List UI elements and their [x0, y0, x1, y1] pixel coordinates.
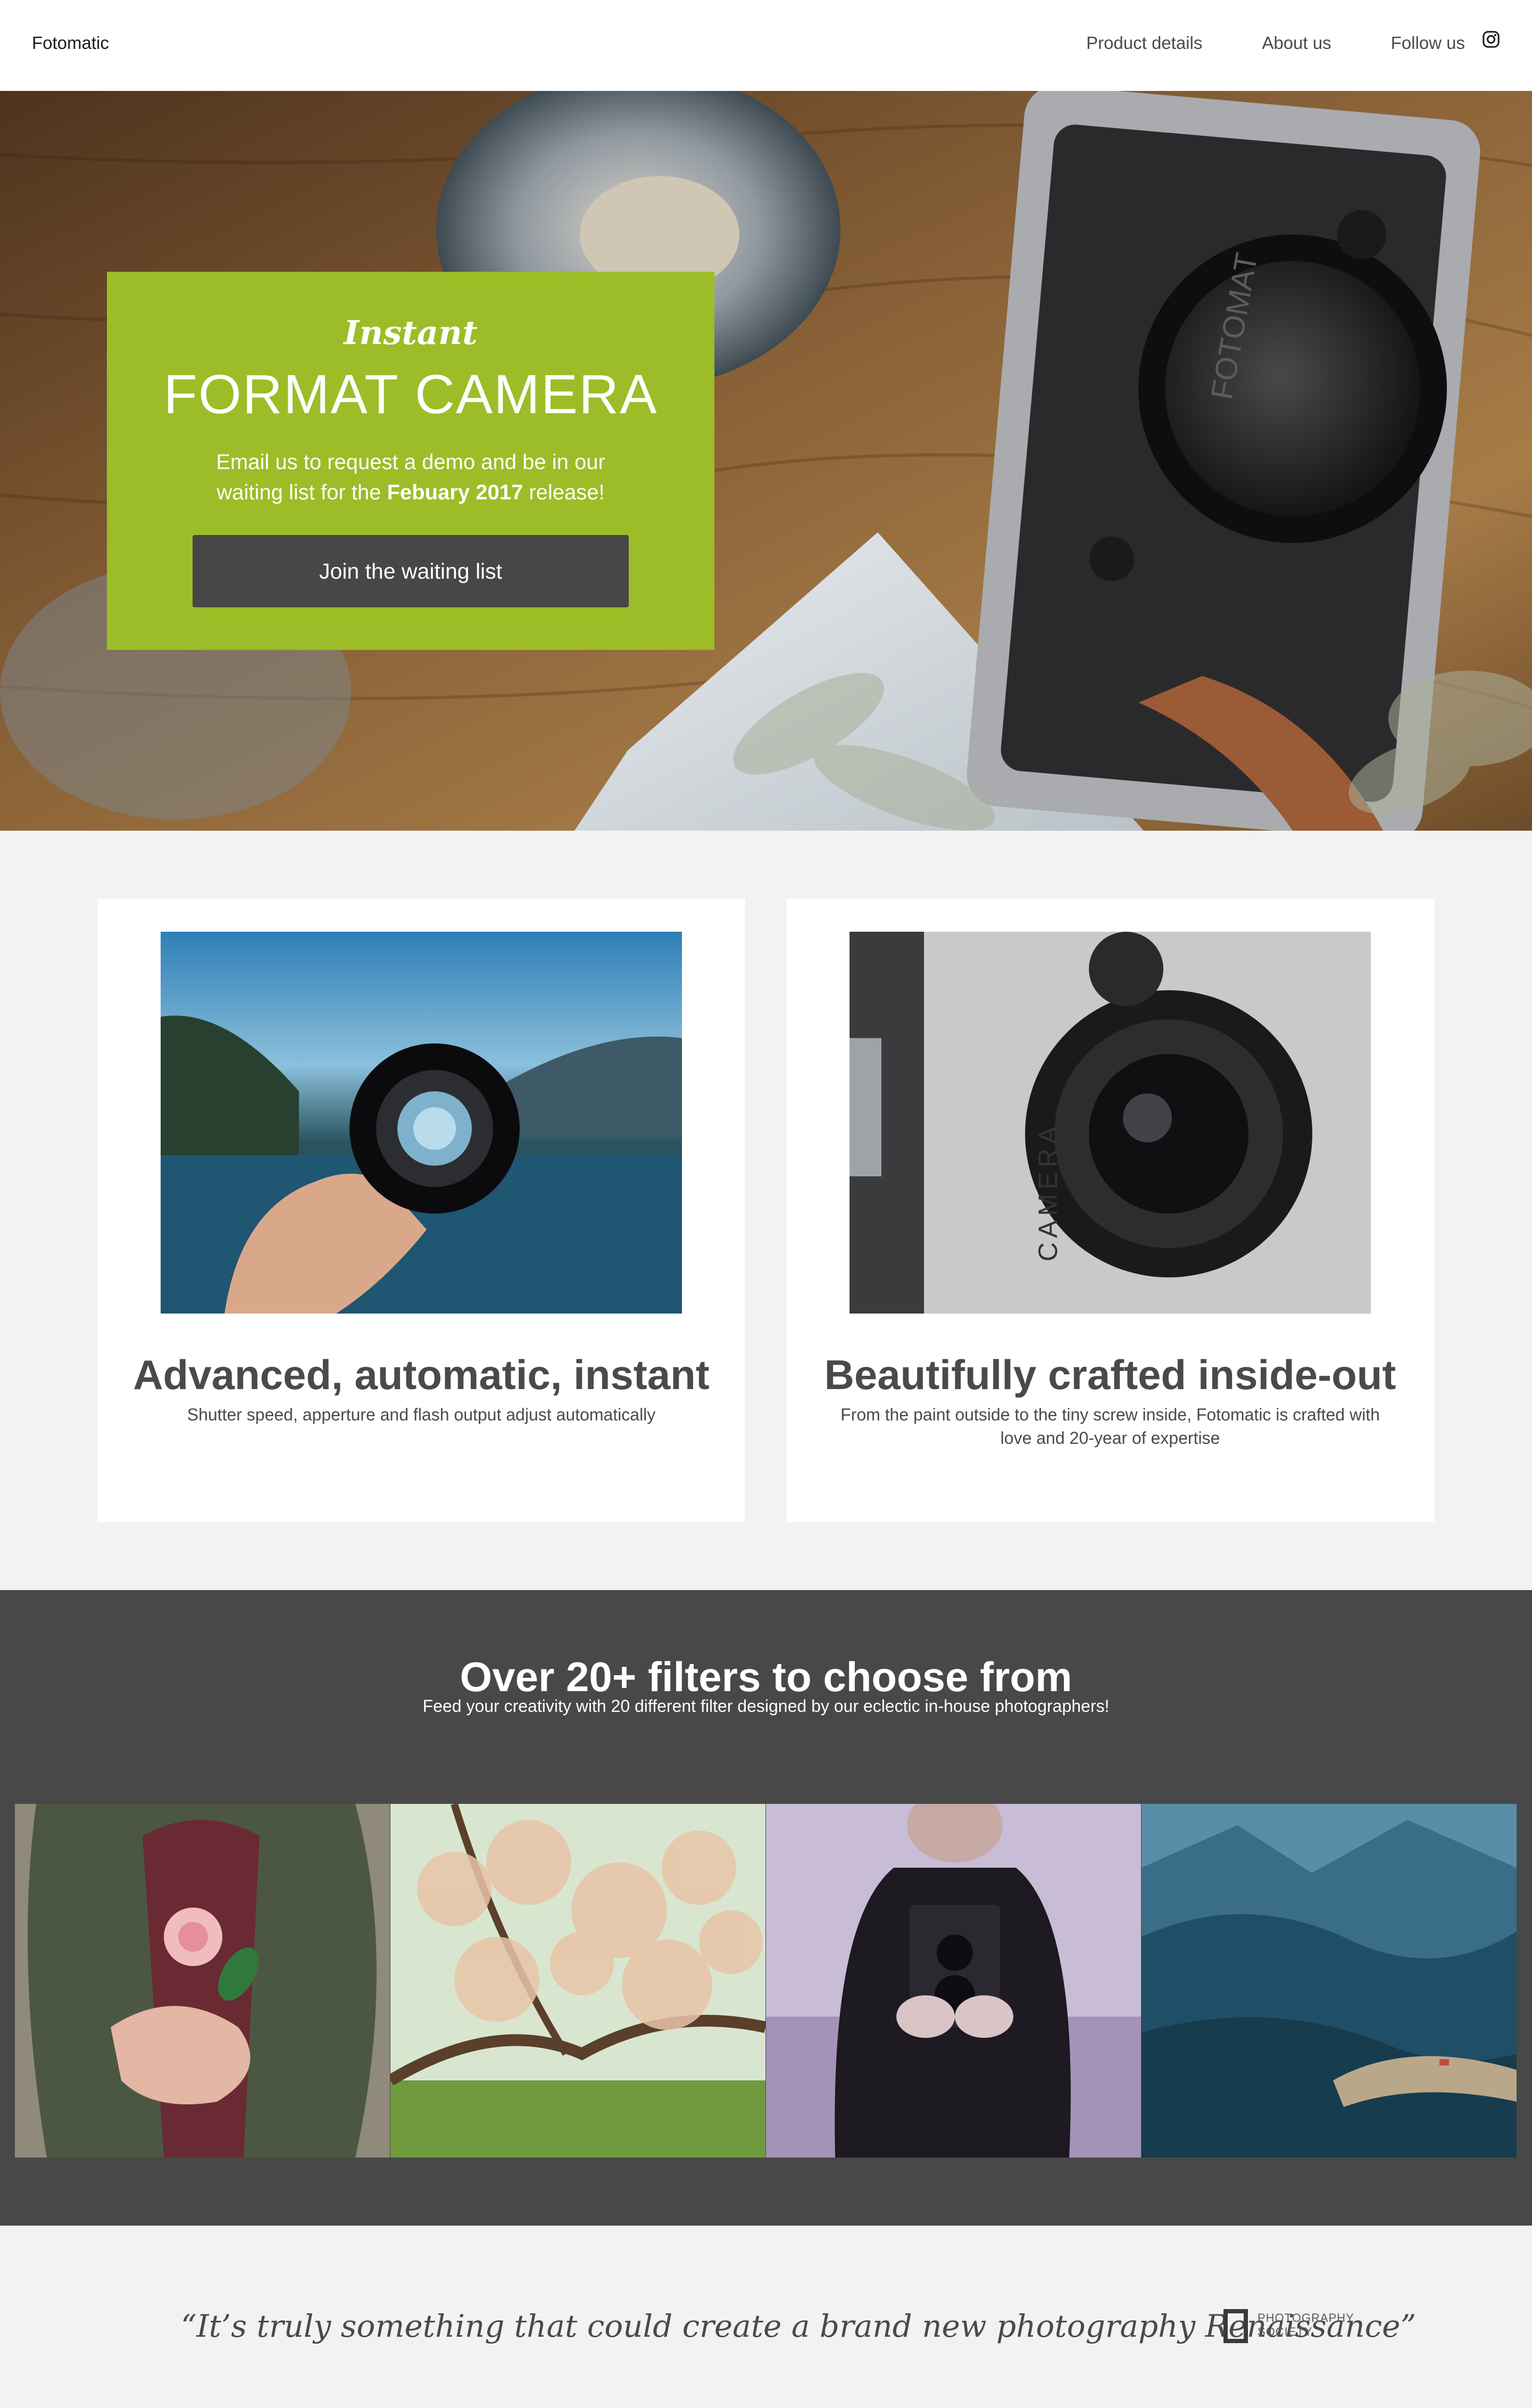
brand-logo[interactable]: Fotomatic	[32, 33, 109, 53]
svg-text:CAMERA: CAMERA	[1033, 1122, 1063, 1261]
hand-holding-lens-photo	[161, 932, 682, 1314]
feature-title: Beautifully crafted inside-out	[824, 1351, 1396, 1398]
testimonial-section: “It’s truly something that could create …	[0, 2226, 1532, 2408]
feature-text: Shutter speed, apperture and flash outpu…	[187, 1405, 656, 1424]
filters-title: Over 20+ filters to choose from	[460, 1653, 1072, 1700]
hero-release-date: Febuary 2017	[387, 481, 523, 504]
person-with-twin-lens-camera-photo	[766, 1804, 1141, 2158]
hero-headline: FORMAT CAMERA	[163, 364, 658, 425]
nav-about-us[interactable]: About us	[1262, 33, 1331, 53]
hero-desc-text-end: release!	[523, 481, 605, 504]
instagram-icon[interactable]	[1482, 30, 1500, 48]
features-section: Advanced, automatic, instant Shutter spe…	[0, 831, 1532, 1590]
blossom-tree-photo	[390, 1804, 765, 2158]
camera-lens-closeup-photo: CAMERA	[850, 932, 1371, 1314]
hero-section: FOTOMAT Instant FORMAT CAMERA Email us t…	[0, 91, 1532, 831]
logo-line: PHOTOGRAPHY	[1258, 2311, 1354, 2325]
mountain-valley-photo	[1142, 1804, 1517, 2158]
feature-title: Advanced, automatic, instant	[133, 1351, 710, 1398]
join-waiting-list-button[interactable]: Join the waiting list	[193, 535, 629, 607]
logo-line: SOCIETY	[1258, 2325, 1313, 2338]
feature-card: CAMERA Beautifully crafted inside-out Fr…	[786, 899, 1434, 1522]
filters-subtitle: Feed your creativity with 20 different f…	[422, 1696, 1110, 1716]
logo-text: PHOTOGRAPHY SOCIETY	[1258, 2311, 1354, 2339]
nav-product-details[interactable]: Product details	[1086, 33, 1202, 53]
filters-section: Over 20+ filters to choose from Feed you…	[0, 1590, 1532, 2226]
filter-gallery	[15, 1804, 1517, 2158]
hero-description: Email us to request a demo and be in our…	[181, 447, 640, 508]
top-nav: Fotomatic Product details About us Follo…	[0, 0, 1532, 91]
frame-icon	[1223, 2309, 1248, 2343]
person-holding-flower-photo	[15, 1804, 390, 2158]
feature-text: From the paint outside to the tiny screw…	[840, 1405, 1380, 1448]
nav-follow-us[interactable]: Follow us	[1391, 33, 1465, 53]
hero-card: Instant FORMAT CAMERA Email us to reques…	[107, 272, 714, 650]
nav-links: Product details About us Follow us	[1086, 30, 1500, 53]
feature-card: Advanced, automatic, instant Shutter spe…	[97, 899, 745, 1522]
photography-society-logo: PHOTOGRAPHY SOCIETY	[1223, 2309, 1354, 2343]
hero-script-title: Instant	[344, 313, 478, 352]
